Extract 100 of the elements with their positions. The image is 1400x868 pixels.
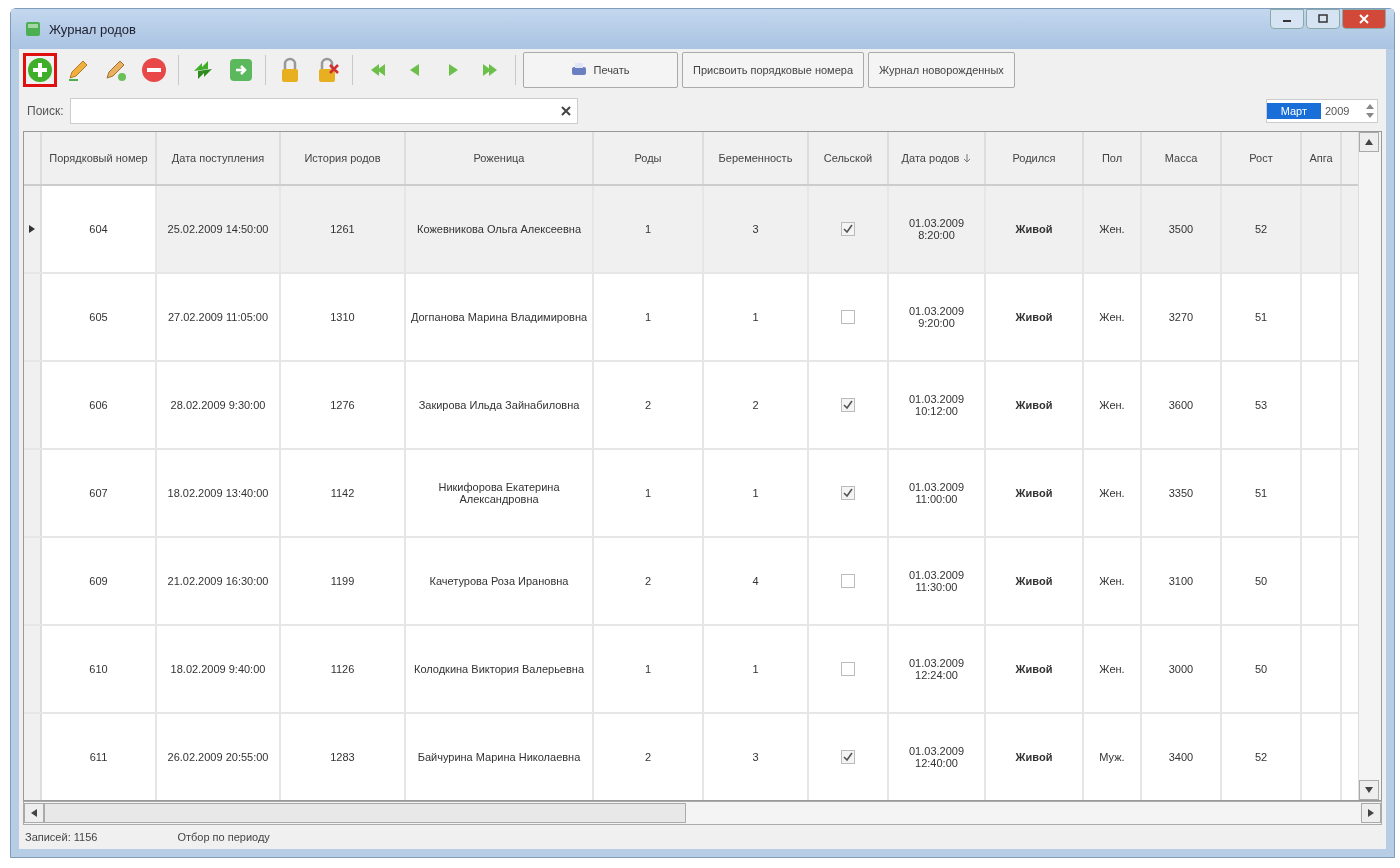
scrollbar-thumb[interactable] bbox=[44, 803, 686, 823]
checkbox[interactable] bbox=[841, 398, 855, 412]
checkbox[interactable] bbox=[841, 574, 855, 588]
checkbox[interactable] bbox=[841, 222, 855, 236]
horizontal-scrollbar[interactable] bbox=[23, 801, 1382, 825]
column-header[interactable]: Пол bbox=[1084, 132, 1142, 184]
column-header[interactable]: Порядковый номер bbox=[42, 132, 157, 184]
table-cell: 50 bbox=[1222, 538, 1302, 624]
spin-icon[interactable] bbox=[1365, 102, 1375, 120]
table-cell: 51 bbox=[1222, 450, 1302, 536]
maximize-button[interactable] bbox=[1306, 9, 1340, 29]
left-arrow-icon bbox=[31, 809, 37, 817]
export-icon bbox=[228, 57, 254, 83]
table-cell: Живой bbox=[986, 450, 1084, 536]
table-cell: Жен. bbox=[1084, 626, 1142, 712]
minimize-button[interactable] bbox=[1270, 9, 1304, 29]
printer-icon bbox=[571, 62, 588, 78]
table-cell: 3270 bbox=[1142, 274, 1222, 360]
table-cell: 3600 bbox=[1142, 362, 1222, 448]
column-header[interactable]: История родов bbox=[281, 132, 406, 184]
plus-icon bbox=[27, 57, 53, 83]
clear-icon[interactable] bbox=[560, 106, 571, 116]
search-field[interactable] bbox=[69, 98, 578, 124]
table-cell: Кожевникова Ольга Алексеевна bbox=[406, 186, 594, 272]
table-cell: 3100 bbox=[1142, 538, 1222, 624]
table-row[interactable]: 606 28.02.2009 9:30:00 1276 Закирова Ильда Зайнабиловна 2 2 01.03.2009 10:12:00 Живой Жен. 3600 53 bbox=[24, 362, 1358, 450]
period-picker[interactable]: Март 2009 bbox=[1265, 99, 1378, 123]
table-cell: Жен. bbox=[1084, 362, 1142, 448]
checkbox[interactable] bbox=[841, 310, 855, 324]
table-cell: 1 bbox=[704, 626, 809, 712]
print-button[interactable]: Печать bbox=[523, 52, 678, 88]
action-button[interactable]: Присвоить порядковые номера bbox=[682, 52, 864, 88]
column-header[interactable]: Роженица bbox=[406, 132, 594, 184]
table-cell: 2 bbox=[594, 538, 704, 624]
column-header[interactable]: Сельской bbox=[809, 132, 889, 184]
lock-icon bbox=[279, 57, 301, 83]
column-header[interactable]: Дата родов bbox=[889, 132, 986, 184]
table-cell: 01.03.2009 11:00:00 bbox=[889, 450, 986, 536]
table-cell: 1 bbox=[704, 274, 809, 360]
table-cell: 1 bbox=[594, 186, 704, 272]
search-label: Поиск: bbox=[27, 104, 64, 118]
column-header[interactable]: Апга bbox=[1302, 132, 1342, 184]
window-title: Журнал родов bbox=[49, 21, 136, 37]
table-cell: 1 bbox=[594, 274, 704, 360]
table-cell: Живой bbox=[986, 538, 1084, 624]
scroll-right-button[interactable] bbox=[1361, 803, 1381, 823]
scroll-up-button[interactable] bbox=[1359, 132, 1379, 152]
table-cell: Жен. bbox=[1084, 186, 1142, 272]
table-row[interactable]: 607 18.02.2009 13:40:00 1142 Никифорова Екатерина Александровна 1 1 01.03.2009 11:00:00 Живой Жен. 3350 51 bbox=[24, 450, 1358, 538]
column-header[interactable]: Масса bbox=[1142, 132, 1222, 184]
column-header[interactable]: Рост bbox=[1222, 132, 1302, 184]
table-cell: 3350 bbox=[1142, 450, 1222, 536]
action-button[interactable]: Журнал новорожденных bbox=[868, 52, 1015, 88]
table-cell: Жен. bbox=[1084, 538, 1142, 624]
vertical-scrollbar[interactable] bbox=[1358, 132, 1381, 800]
table-cell: 01.03.2009 11:30:00 bbox=[889, 538, 986, 624]
table-row[interactable]: 605 27.02.2009 11:05:00 1310 Догпанова Марина Владимировна 1 1 01.03.2009 9:20:00 Живой Жен. 3270 51 bbox=[24, 274, 1358, 362]
close-icon bbox=[1358, 14, 1370, 24]
table-cell: 27.02.2009 11:05:00 bbox=[157, 274, 281, 360]
table-cell: 50 bbox=[1222, 626, 1302, 712]
checkbox[interactable] bbox=[841, 486, 855, 500]
table-cell: 2 bbox=[704, 362, 809, 448]
column-header[interactable]: Дата поступления bbox=[157, 132, 281, 184]
up-arrow-icon bbox=[1365, 139, 1373, 145]
checkbox[interactable] bbox=[841, 662, 855, 676]
down-arrow-icon bbox=[1365, 787, 1373, 793]
table-cell: 3 bbox=[704, 186, 809, 272]
table-cell: Жен. bbox=[1084, 450, 1142, 536]
table-cell: 28.02.2009 9:30:00 bbox=[157, 362, 281, 448]
table-row[interactable]: 609 21.02.2009 16:30:00 1199 Качетурова Роза Ирановна 2 4 01.03.2009 11:30:00 Живой Жен. 3100 50 bbox=[24, 538, 1358, 626]
table-row[interactable]: 604 25.02.2009 14:50:00 1261 Кожевникова Ольга Алексеевна 1 3 01.03.2009 8:20:00 Живой Жен. 3500 52 bbox=[24, 186, 1358, 274]
delete-icon bbox=[141, 57, 167, 83]
column-header[interactable]: Родился bbox=[986, 132, 1084, 184]
right-arrow-icon bbox=[1368, 809, 1374, 817]
record-count: Записей: 1156 bbox=[25, 831, 98, 843]
scroll-left-button[interactable] bbox=[24, 803, 44, 823]
table-row[interactable]: 610 18.02.2009 9:40:00 1126 Колодкина Виктория Валерьевна 1 1 01.03.2009 12:24:00 Живой Жен. 3000 50 bbox=[24, 626, 1358, 714]
close-button[interactable] bbox=[1342, 9, 1386, 29]
table-cell: 18.02.2009 13:40:00 bbox=[157, 450, 281, 536]
table-cell: 2 bbox=[594, 362, 704, 448]
table-cell: 1 bbox=[594, 450, 704, 536]
pencil-icon bbox=[104, 58, 128, 82]
app-icon bbox=[25, 21, 41, 37]
column-header[interactable]: Беременность bbox=[704, 132, 809, 184]
table-cell: 604 bbox=[42, 186, 157, 272]
filter-status: Отбор по периоду bbox=[177, 831, 270, 843]
lock-icon bbox=[316, 57, 340, 83]
current-row-icon bbox=[29, 225, 35, 233]
table-cell: Живой bbox=[986, 626, 1084, 712]
table-cell: Живой bbox=[986, 186, 1084, 272]
table-cell: Закирова Ильда Зайнабиловна bbox=[406, 362, 594, 448]
column-header[interactable]: Роды bbox=[594, 132, 704, 184]
table-cell: Колодкина Виктория Валерьевна bbox=[406, 626, 594, 712]
table-cell: 51 bbox=[1222, 274, 1302, 360]
add-button[interactable] bbox=[23, 53, 57, 87]
checkbox[interactable] bbox=[841, 750, 855, 764]
table-cell: 3000 bbox=[1142, 626, 1222, 712]
table-cell: Жен. bbox=[1084, 274, 1142, 360]
table-cell: 1 bbox=[594, 626, 704, 712]
scroll-down-button[interactable] bbox=[1359, 780, 1379, 800]
